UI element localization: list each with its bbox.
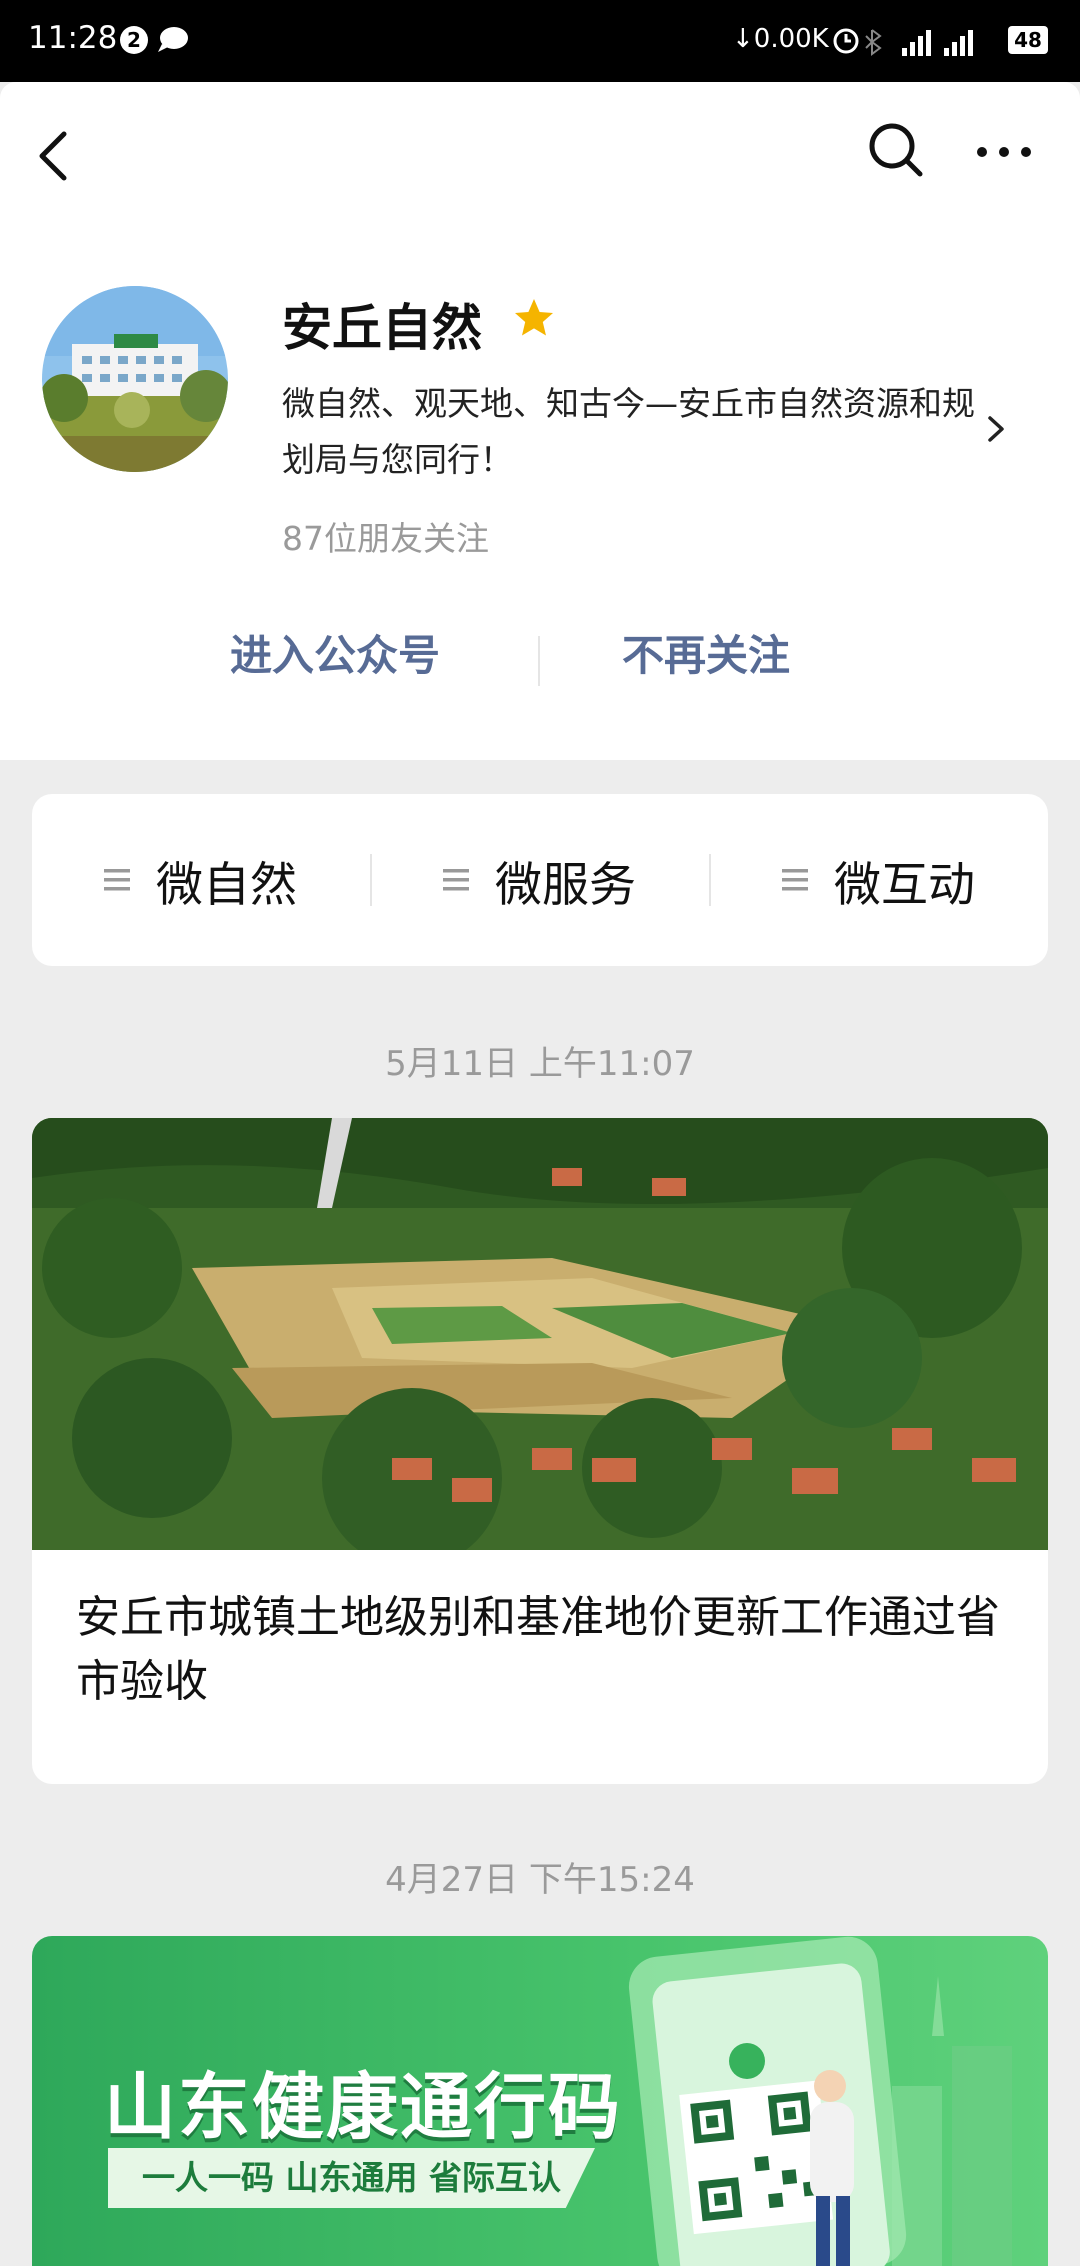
account-name: 安丘自然 [282,299,482,357]
signal-icon [902,30,931,56]
menu-item-wei-fuwu[interactable]: 微服务 [371,794,709,966]
chat-bubble-icon [158,27,188,52]
enter-account-button[interactable]: 进入公众号 [230,622,440,683]
account-description[interactable]: 微自然、观天地、知古今—安丘市自然资源和规划局与您同行！ [282,376,982,488]
unfollow-button[interactable]: 不再关注 [622,622,790,683]
article-title: 安丘市城镇土地级别和基准地价更新工作通过省市验收 [76,1592,1000,1707]
banner-tagline: 一人一码 山东通用 省际互认 [108,2148,595,2208]
status-icons [833,28,973,56]
menu-icon [782,869,808,891]
battery-level: 48 [1008,26,1048,54]
back-button[interactable] [34,122,74,192]
network-speed: ↓0.00K [732,24,829,54]
post-date: 5月11日 上午11:07 [385,1044,695,1084]
post-date: 4月27日 下午15:24 [385,1860,695,1900]
chevron-right-icon[interactable] [984,412,1008,446]
menu-item-label: 微互动 [834,858,975,913]
profile-actions: 进入公众号 不再关注 [0,622,1080,702]
menu-item-wei-hudong[interactable]: 微互动 [710,794,1048,966]
custom-menu: 微自然 微服务 微互动 [32,794,1048,966]
banner-title: 山东健康通行码 [104,2065,623,2149]
status-bar: 11:28 2 ↓0.00K 48 [0,0,1080,82]
article-card[interactable]: 安丘市城镇土地级别和基准地价更新工作通过省市验收 [32,1118,1048,1784]
divider [538,636,540,686]
more-icon[interactable] [974,144,1034,160]
account-profile: 安丘自然 微自然、观天地、知古今—安丘市自然资源和规划局与您同行！ 87位朋友关… [0,82,1080,760]
followers-count: 87位朋友关注 [282,519,489,558]
menu-item-wei-ziran[interactable]: 微自然 [32,794,370,966]
status-time: 11:28 [28,20,118,56]
menu-item-label: 微自然 [156,858,297,913]
account-avatar[interactable] [42,286,228,472]
alarm-icon [833,28,859,54]
article-cover-image [32,1118,1048,1550]
notification-badge: 2 [120,26,148,54]
menu-icon [443,869,469,891]
menu-icon [104,869,130,891]
signal-4g-icon [944,30,973,56]
banner-illustration [628,1936,1012,2266]
article-card[interactable]: 山东健康通行码 一人一码 山东通用 省际互认 [32,1936,1048,2266]
menu-item-label: 微服务 [495,858,636,913]
bluetooth-icon [865,29,882,56]
star-icon [515,299,553,336]
search-icon[interactable] [866,120,926,180]
